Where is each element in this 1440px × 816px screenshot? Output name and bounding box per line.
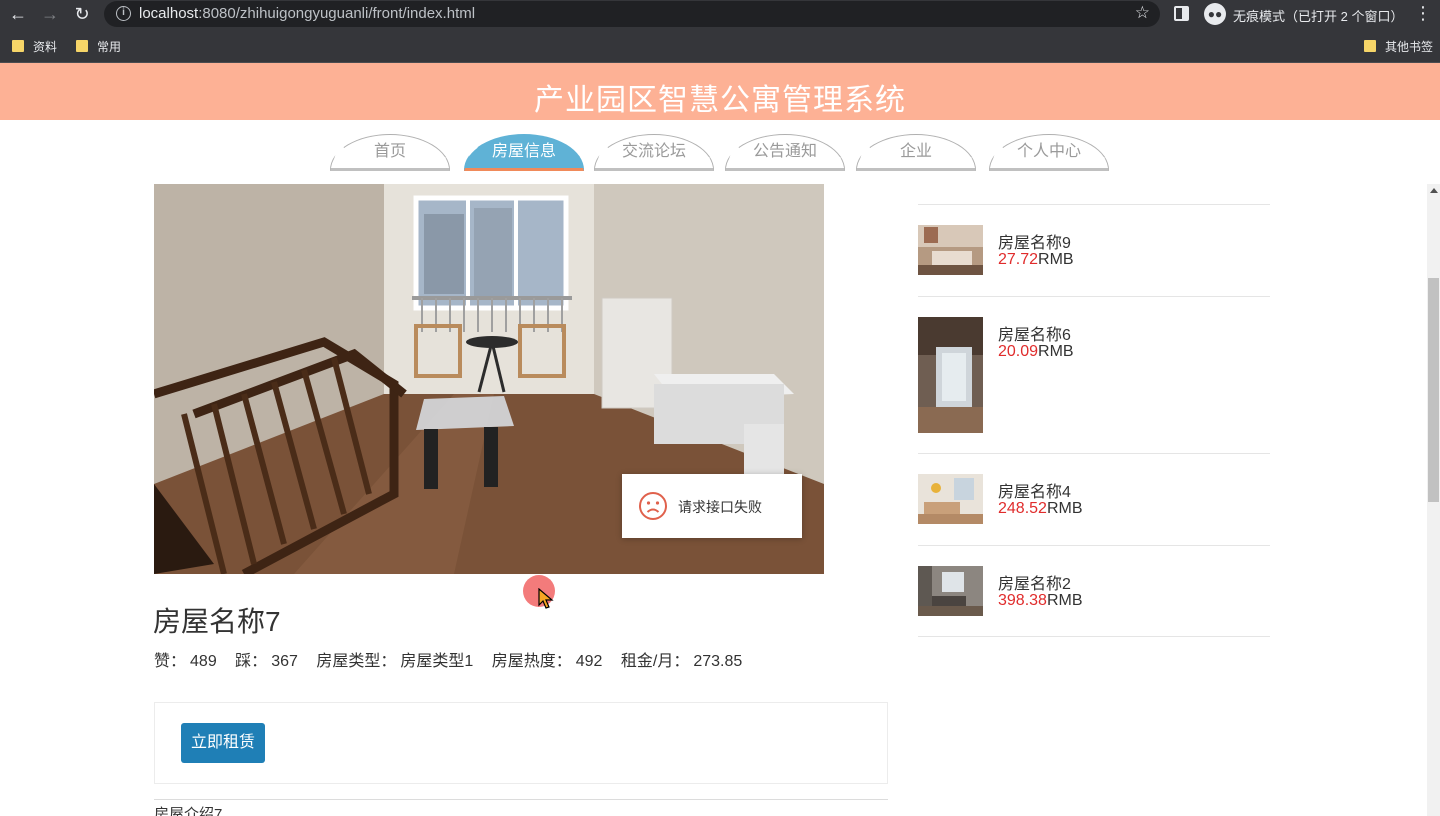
incognito-indicator[interactable]: ●● 无痕模式（已打开 2 个窗口）: [1202, 2, 1404, 26]
url-text[interactable]: localhost:8080/zhihuigongyuguanli/front/…: [139, 5, 475, 22]
address-bar[interactable]: i localhost:8080/zhihuigongyuguanli/fron…: [104, 1, 1160, 27]
dislikes-value: 367: [271, 653, 298, 670]
house-price: 27.72RMB: [998, 251, 1074, 269]
type-value: 房屋类型1: [400, 653, 474, 670]
dislikes-label: 踩：: [235, 653, 268, 670]
tab-home[interactable]: 首页: [330, 134, 450, 171]
main-nav: 首页 房屋信息 交流论坛 公告通知 企业 个人中心: [0, 134, 1440, 172]
scroll-thumb[interactable]: [1428, 278, 1439, 502]
folder-icon: [1364, 40, 1376, 52]
folder-icon: [12, 40, 24, 52]
url-host: localhost: [139, 5, 199, 22]
heat-value: 492: [575, 653, 603, 670]
rent-label: 租金/月：: [620, 653, 690, 670]
reload-icon[interactable]: ↻: [70, 2, 94, 26]
site-info-icon[interactable]: i: [116, 6, 131, 21]
bookmark-label: 其他书签: [1385, 40, 1434, 54]
house-name[interactable]: 房屋名称9: [998, 229, 1071, 253]
rent-action-panel: 立即租赁: [154, 702, 888, 784]
bookmark-folder-ziliao[interactable]: 资料: [12, 38, 57, 54]
tab-house-info[interactable]: 房屋信息: [464, 134, 584, 171]
price-value: 398.38: [998, 592, 1047, 609]
house-stats: 赞： 489 踩： 367 房屋类型： 房屋类型1 房屋热度： 492 租金/月： 273…: [154, 647, 746, 671]
house-thumbnail[interactable]: [918, 566, 983, 616]
sad-face-icon: [639, 492, 667, 520]
scroll-up-arrow-icon[interactable]: [1430, 188, 1438, 193]
likes-value: 489: [190, 653, 217, 670]
price-unit: RMB: [1046, 592, 1083, 609]
section-divider: [154, 799, 888, 800]
list-item[interactable]: 房屋名称6 20.09RMB: [918, 296, 1270, 453]
house-thumbnail[interactable]: [918, 474, 983, 524]
tab-personal-center[interactable]: 个人中心: [989, 134, 1109, 171]
heat-label: 房屋热度：: [491, 653, 572, 670]
price-unit: RMB: [1046, 500, 1083, 517]
tab-notices[interactable]: 公告通知: [725, 134, 845, 171]
type-label: 房屋类型：: [316, 653, 397, 670]
bookmark-label: 常用: [97, 40, 122, 54]
list-item[interactable]: 房屋名称4 248.52RMB: [918, 453, 1270, 545]
folder-icon: [76, 40, 88, 52]
list-item[interactable]: 房屋名称9 27.72RMB: [918, 204, 1270, 296]
thumbnail-image: [918, 474, 983, 524]
menu-kebab-icon[interactable]: ⋮: [1414, 3, 1432, 24]
mouse-cursor-icon: [538, 588, 554, 609]
list-item[interactable]: 房屋名称2 398.38RMB: [918, 545, 1270, 637]
price-unit: RMB: [1038, 251, 1074, 268]
house-name[interactable]: 房屋名称4: [998, 478, 1071, 502]
house-title: 房屋名称7: [153, 606, 281, 637]
site-title: 产业园区智慧公寓管理系统: [534, 84, 906, 117]
side-panel-icon[interactable]: [1174, 6, 1189, 21]
price-value: 20.09: [998, 343, 1039, 360]
url-path: :8080/zhihuigongyuguanli/front/index.htm…: [198, 5, 476, 22]
bookmark-star-icon[interactable]: ☆: [1135, 3, 1150, 23]
bookmarks-bar: 资料 常用 其他书签: [0, 28, 1440, 63]
thumbnail-image: [918, 225, 983, 275]
likes-label: 赞：: [154, 653, 187, 670]
price-value: 27.72: [998, 251, 1039, 268]
toast-message: 请求接口失败: [678, 499, 762, 515]
incognito-icon: ●●: [1204, 3, 1226, 25]
tab-forum[interactable]: 交流论坛: [594, 134, 714, 171]
back-icon[interactable]: ←: [6, 2, 30, 26]
site-header: 产业园区智慧公寓管理系统: [0, 63, 1440, 120]
bookmark-label: 资料: [33, 40, 58, 54]
house-thumbnail[interactable]: [918, 317, 983, 433]
house-thumbnail[interactable]: [918, 225, 983, 275]
rent-value: 273.85: [693, 653, 743, 670]
bookmark-folder-changyong[interactable]: 常用: [76, 38, 121, 54]
house-price: 398.38RMB: [998, 592, 1083, 610]
price-unit: RMB: [1038, 343, 1074, 360]
house-price: 20.09RMB: [998, 343, 1074, 361]
house-price: 248.52RMB: [998, 500, 1083, 518]
thumbnail-image: [918, 566, 983, 616]
house-name[interactable]: 房屋名称2: [998, 570, 1071, 594]
page-scrollbar[interactable]: [1427, 184, 1440, 816]
forward-icon[interactable]: →: [38, 2, 62, 26]
tab-company[interactable]: 企业: [856, 134, 976, 171]
error-toast: 请求接口失败: [622, 474, 802, 538]
incognito-label: 无痕模式（已打开 2 个窗口）: [1233, 9, 1404, 24]
other-bookmarks[interactable]: 其他书签: [1364, 38, 1433, 54]
house-name[interactable]: 房屋名称6: [998, 321, 1071, 345]
price-value: 248.52: [998, 500, 1047, 517]
rent-now-button[interactable]: 立即租赁: [181, 723, 265, 763]
browser-toolbar: ← → ↻ i localhost:8080/zhihuigongyuguanl…: [0, 0, 1440, 28]
thumbnail-image: [918, 317, 983, 433]
house-intro: 房屋介绍7: [154, 806, 223, 816]
